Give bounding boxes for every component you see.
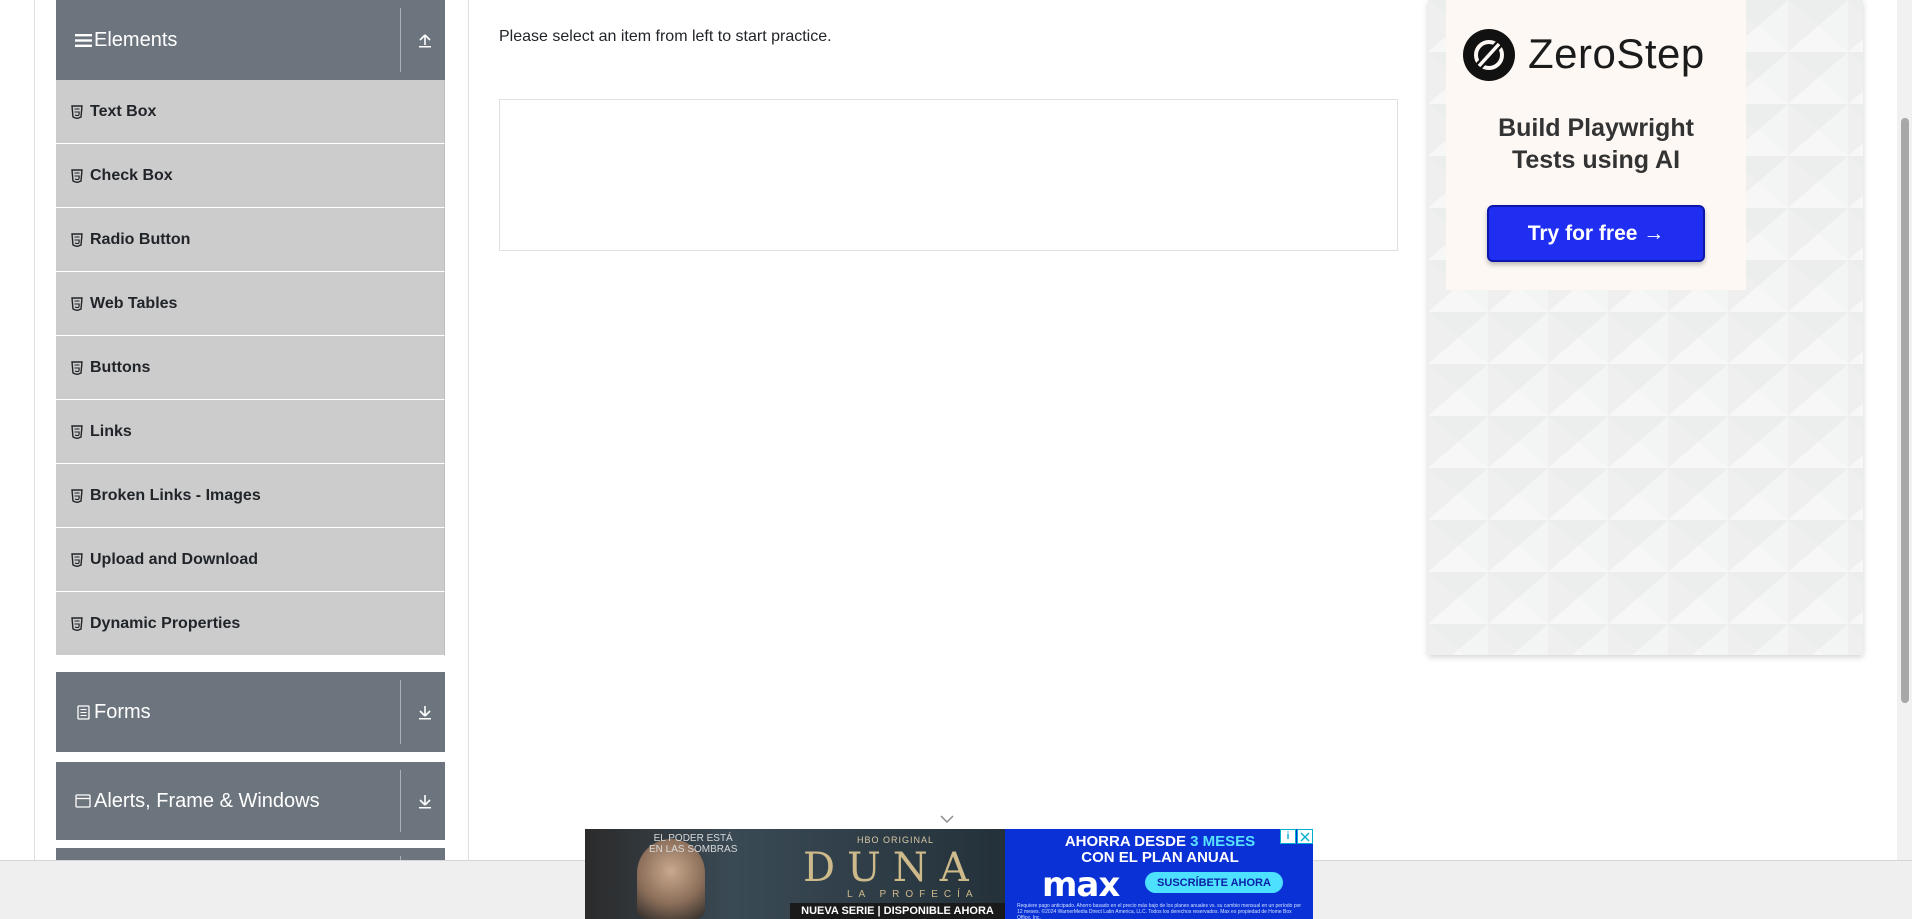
menu-item-label: Text Box xyxy=(90,102,157,120)
menu-item-label: Upload and Download xyxy=(90,550,258,568)
menu-item-dynamic-properties[interactable]: Dynamic Properties xyxy=(56,592,445,656)
banner-offer-panel: AHORRA DESDE 3 MESES CON EL PLAN ANUAL m… xyxy=(1005,829,1313,919)
close-icon[interactable] xyxy=(1297,829,1313,844)
menu-item-text-box[interactable]: Text Box xyxy=(56,80,445,144)
banner-footer: NUEVA SERIE | DISPONIBLE AHORA xyxy=(790,903,1005,919)
page-scrollbar[interactable] xyxy=(1897,0,1912,860)
offer-prefix: AHORRA DESDE xyxy=(1064,833,1191,850)
html5-icon xyxy=(71,232,83,247)
banner-original: HBO ORIGINAL xyxy=(857,835,935,845)
page: Elements Text Box Check Box Radio Button… xyxy=(0,0,1912,919)
menu-item-label: Check Box xyxy=(90,166,173,184)
banner-legal: Requiere pago anticipado. Ahorro basado … xyxy=(1017,903,1302,919)
subscribe-button[interactable]: SUSCRÍBETE AHORA xyxy=(1145,872,1283,893)
menu-item-radio-button[interactable]: Radio Button xyxy=(56,208,445,272)
offer-highlight: 3 MESES xyxy=(1190,833,1256,850)
menu-item-label: Links xyxy=(90,422,132,440)
banner-offer: AHORRA DESDE 3 MESES CON EL PLAN ANUAL xyxy=(1035,834,1285,866)
group-header-elements[interactable]: Elements xyxy=(56,0,445,80)
offer-suffix: CON EL PLAN ANUAL xyxy=(1081,849,1239,866)
menu-item-label: Web Tables xyxy=(90,294,178,312)
max-logo: max xyxy=(1042,865,1120,905)
menu-item-label: Buttons xyxy=(90,358,151,376)
chevron-down-icon[interactable] xyxy=(938,812,956,826)
ad-brand-name: ZeroStep xyxy=(1528,30,1705,77)
window-icon xyxy=(72,794,94,808)
menu-item-check-box[interactable]: Check Box xyxy=(56,144,445,208)
menu-item-buttons[interactable]: Buttons xyxy=(56,336,445,400)
header-separator xyxy=(400,680,401,744)
html5-icon xyxy=(71,168,83,183)
practice-instruction: Please select an item from left to start… xyxy=(499,28,832,45)
scrollbar-thumb[interactable] xyxy=(1901,118,1909,703)
ad-headline: Build Playwright Tests using AI xyxy=(1498,114,1694,174)
menu-item-label: Dynamic Properties xyxy=(90,614,241,632)
banner-tagline: EL PODER ESTÁ EN LAS SOMBRAS xyxy=(649,833,738,855)
content-divider xyxy=(468,0,469,860)
menu-item-label: Broken Links - Images xyxy=(90,486,261,504)
html5-icon xyxy=(71,424,83,439)
try-for-free-button[interactable]: Try for free → xyxy=(1487,205,1705,262)
adchoices-icon[interactable]: i xyxy=(1280,829,1296,844)
form-icon xyxy=(72,704,94,720)
html5-icon xyxy=(71,296,83,311)
html5-icon xyxy=(71,488,83,503)
group-header-alerts-frame-windows[interactable]: Alerts, Frame & Windows xyxy=(56,762,445,840)
menu-item-label: Radio Button xyxy=(90,230,191,248)
zerostep-ad[interactable]: ZeroStep Build Playwright Tests using AI… xyxy=(1428,0,1863,655)
zerostep-logo-icon xyxy=(1463,29,1515,81)
menu-item-upload-and-download[interactable]: Upload and Download xyxy=(56,528,445,592)
banner-subtitle: LA PROFECÍA xyxy=(847,889,979,900)
menu-item-links[interactable]: Links xyxy=(56,400,445,464)
practice-area xyxy=(499,99,1398,251)
html5-icon xyxy=(71,616,83,631)
elements-menu-list: Text Box Check Box Radio Button Web Tabl… xyxy=(56,80,445,656)
menu-item-web-tables[interactable]: Web Tables xyxy=(56,272,445,336)
group-header-forms[interactable]: Forms xyxy=(56,672,445,752)
html5-icon xyxy=(71,104,83,119)
menu-item-broken-links-images[interactable]: Broken Links - Images xyxy=(56,464,445,528)
ad-card: ZeroStep Build Playwright Tests using AI… xyxy=(1446,0,1746,290)
group-title: Forms xyxy=(94,700,151,723)
banner-title: DUNA xyxy=(803,845,981,891)
hamburger-icon xyxy=(72,33,94,48)
group-title: Alerts, Frame & Windows xyxy=(94,789,320,812)
group-title: Elements xyxy=(94,28,178,51)
max-banner-ad[interactable]: EL PODER ESTÁ EN LAS SOMBRAS HBO ORIGINA… xyxy=(585,829,1313,919)
html5-icon xyxy=(71,552,83,567)
collapse-up-icon[interactable] xyxy=(415,30,435,50)
left-border xyxy=(34,0,35,860)
header-separator xyxy=(400,8,401,72)
expand-down-icon[interactable] xyxy=(415,702,435,722)
header-separator xyxy=(400,770,401,832)
banner-artwork: EL PODER ESTÁ EN LAS SOMBRAS HBO ORIGINA… xyxy=(585,829,1005,919)
expand-down-icon[interactable] xyxy=(415,791,435,811)
html5-icon xyxy=(71,360,83,375)
